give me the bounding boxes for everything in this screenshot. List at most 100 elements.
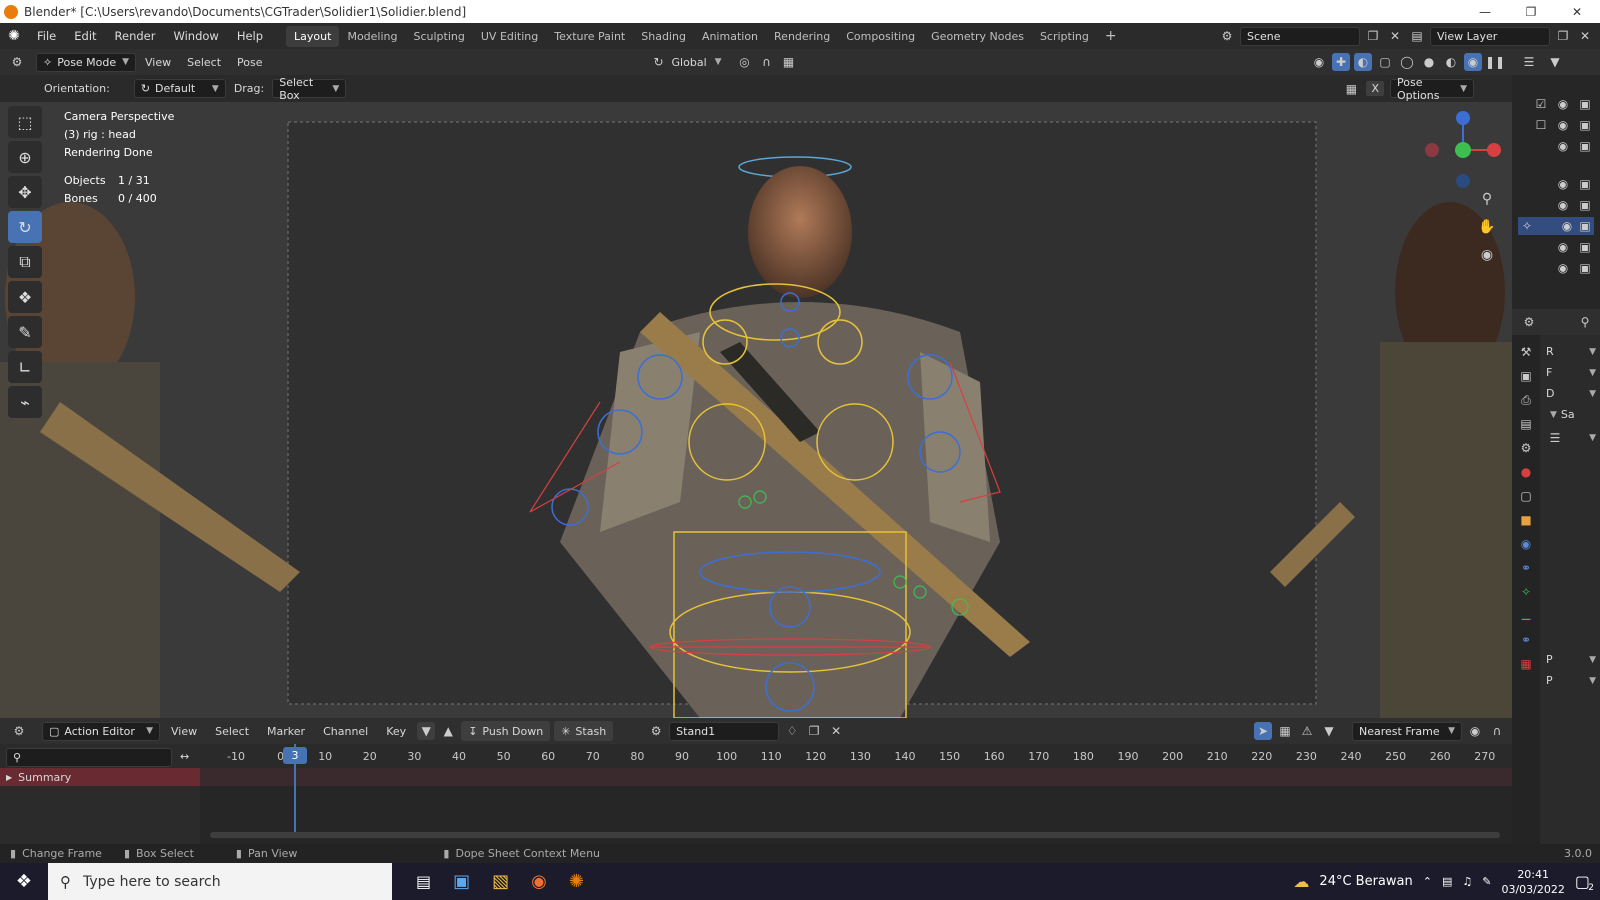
shading-material-icon[interactable]: ◐ <box>1442 53 1460 71</box>
snap-icon[interactable]: ∩ <box>758 53 776 71</box>
checkbox-icon[interactable]: ☐ <box>1532 116 1550 134</box>
orientation-dropdown[interactable]: ↻ Default ▼ <box>133 79 226 98</box>
new-scene-icon[interactable]: ❐ <box>1364 27 1382 45</box>
object-tab-icon[interactable]: ■ <box>1517 511 1535 529</box>
new-view-layer-icon[interactable]: ❐ <box>1554 27 1572 45</box>
camera-render-icon[interactable]: ▣ <box>1576 196 1594 214</box>
falloff-icon[interactable]: ∩ <box>1488 722 1506 740</box>
properties-search-icon[interactable]: ⚲ <box>1576 313 1594 331</box>
drag-dropdown[interactable]: Select Box ▼ <box>272 76 347 102</box>
delete-view-layer-icon[interactable]: ✕ <box>1576 27 1594 45</box>
windows-start-icon[interactable]: ❖ <box>0 871 48 892</box>
prop-section-sa[interactable]: Sa <box>1561 408 1575 421</box>
dopesheet-mode-dropdown[interactable]: ▢ Action Editor ▼ <box>42 721 160 741</box>
scene-selector[interactable]: Scene <box>1240 26 1360 46</box>
minimize-button[interactable]: — <box>1462 5 1508 19</box>
tab-layout[interactable]: Layout <box>286 25 340 47</box>
tool-tab-icon[interactable]: ⚒ <box>1517 343 1535 361</box>
snap-mode-dropdown[interactable]: Nearest Frame ▼ <box>1352 721 1462 741</box>
eye-icon[interactable]: ◉ <box>1554 137 1572 155</box>
pan-hand-icon[interactable]: ✋ <box>1478 218 1496 236</box>
tab-sculpting[interactable]: Sculpting <box>406 26 473 47</box>
pose-options-dropdown[interactable]: Pose Options ▼ <box>1390 76 1474 102</box>
blender-menu-icon[interactable]: ✺ <box>0 28 28 44</box>
editor-type-icon[interactable]: ⚙ <box>8 53 26 71</box>
mirror-icon[interactable]: ▦ <box>1342 80 1360 98</box>
menu-select[interactable]: Select <box>180 52 228 72</box>
store-icon[interactable]: ▣ <box>453 871 470 892</box>
camera-view-icon[interactable]: ◉ <box>1478 246 1496 264</box>
keyframe-up-icon[interactable]: ▲ <box>439 722 457 740</box>
texture-tab-icon[interactable]: ▦ <box>1517 655 1535 673</box>
tab-animation[interactable]: Animation <box>694 26 766 47</box>
eye-icon[interactable]: ◉ <box>1554 259 1572 277</box>
action-name-field[interactable]: Stand1 <box>669 721 780 741</box>
delete-scene-icon[interactable]: ✕ <box>1386 27 1404 45</box>
new-action-icon[interactable]: ❐ <box>805 722 823 740</box>
x-mirror-toggle[interactable]: X <box>1366 81 1384 96</box>
bone-tab-icon[interactable]: ⚊ <box>1517 607 1535 625</box>
tab-texture-paint[interactable]: Texture Paint <box>546 26 633 47</box>
prop-row-p1[interactable]: P <box>1546 653 1553 666</box>
checkbox-icon[interactable]: ☑ <box>1532 95 1550 113</box>
show-hidden-icon[interactable]: ▦ <box>1276 722 1294 740</box>
horizontal-scrollbar[interactable] <box>210 832 1500 838</box>
push-down-button[interactable]: ↧ Push Down <box>461 721 551 741</box>
camera-render-icon[interactable]: ▣ <box>1576 175 1594 193</box>
dope-menu-view[interactable]: View <box>164 721 204 741</box>
tray-chevron-icon[interactable]: ⌃ <box>1423 875 1432 888</box>
view-layer-tab-icon[interactable]: ▤ <box>1517 415 1535 433</box>
prop-row-p2[interactable]: P <box>1546 674 1553 687</box>
dope-menu-marker[interactable]: Marker <box>260 721 312 741</box>
menu-view[interactable]: View <box>138 52 178 72</box>
eye-icon[interactable]: ◉ <box>1554 238 1572 256</box>
sync-icon[interactable]: ↔ <box>180 750 189 763</box>
gizmo-icon[interactable]: ✚ <box>1332 53 1350 71</box>
outliner-row[interactable]: ◉ ▣ <box>1518 259 1594 277</box>
properties-editor-icon[interactable]: ⚙ <box>1520 313 1538 331</box>
dope-menu-select[interactable]: Select <box>208 721 256 741</box>
close-button[interactable]: ✕ <box>1554 5 1600 19</box>
outliner-row-selected[interactable]: ✧ ◉ ▣ <box>1518 217 1594 235</box>
weather-icon[interactable]: ☁ <box>1293 872 1309 891</box>
menu-render[interactable]: Render <box>106 29 165 43</box>
task-view-icon[interactable]: ▤ <box>416 872 431 891</box>
menu-file[interactable]: File <box>28 29 65 43</box>
overlays-icon[interactable]: ◐ <box>1354 53 1372 71</box>
view-layer-icon[interactable]: ▤ <box>1408 27 1426 45</box>
camera-render-icon[interactable]: ▣ <box>1576 116 1594 134</box>
bone-constraint-tab-icon[interactable]: ⚭ <box>1517 631 1535 649</box>
camera-render-icon[interactable]: ▣ <box>1576 137 1594 155</box>
eye-icon[interactable]: ◉ <box>1558 217 1576 235</box>
camera-render-icon[interactable]: ▣ <box>1576 217 1594 235</box>
menu-help[interactable]: Help <box>228 29 272 43</box>
only-selected-icon[interactable]: ➤ <box>1254 722 1272 740</box>
taskbar-search-box[interactable]: ⚲ Type here to search <box>48 863 392 900</box>
only-errors-icon[interactable]: ⚠ <box>1298 722 1316 740</box>
shading-rendered-icon[interactable]: ◉ <box>1464 53 1482 71</box>
weather-text[interactable]: 24°C Berawan <box>1319 874 1412 889</box>
camera-render-icon[interactable]: ▣ <box>1576 238 1594 256</box>
tab-modeling[interactable]: Modeling <box>339 26 405 47</box>
notification-icon[interactable]: ▢ 2 <box>1575 872 1594 893</box>
rotate-tool[interactable]: ↻ <box>8 211 42 243</box>
prop-row-d[interactable]: D <box>1546 387 1554 400</box>
outliner-row[interactable]: ◉ ▣ <box>1518 137 1594 155</box>
constraint-tab-icon[interactable]: ⚭ <box>1517 559 1535 577</box>
world-tab-icon[interactable]: ● <box>1517 463 1535 481</box>
outliner-row[interactable]: ◉ ▣ <box>1518 196 1594 214</box>
snap-target-icon[interactable]: ▦ <box>780 53 798 71</box>
clock[interactable]: 20:41 03/03/2022 <box>1501 867 1564 897</box>
filter-icon[interactable]: ▼ <box>1320 722 1338 740</box>
outliner-row[interactable]: ◉ ▣ <box>1518 175 1594 193</box>
action-editor-timeline[interactable]: ⚲ ↔ ▶ Summary -10 0 10 20 30 40 50 60 70 80 90 100 1… <box>0 744 1512 844</box>
outliner-row[interactable]: ◉ ▣ <box>1518 238 1594 256</box>
camera-render-icon[interactable]: ▣ <box>1576 259 1594 277</box>
select-box-tool[interactable]: ⬚ <box>8 106 42 138</box>
measure-tool[interactable]: ∟ <box>8 351 42 383</box>
list-icon[interactable]: ☰ <box>1546 429 1564 447</box>
scene-tab-icon[interactable]: ⚙ <box>1517 439 1535 457</box>
render-tab-icon[interactable]: ▣ <box>1517 367 1535 385</box>
menu-edit[interactable]: Edit <box>65 29 105 43</box>
fake-user-icon[interactable]: ♢ <box>783 722 801 740</box>
